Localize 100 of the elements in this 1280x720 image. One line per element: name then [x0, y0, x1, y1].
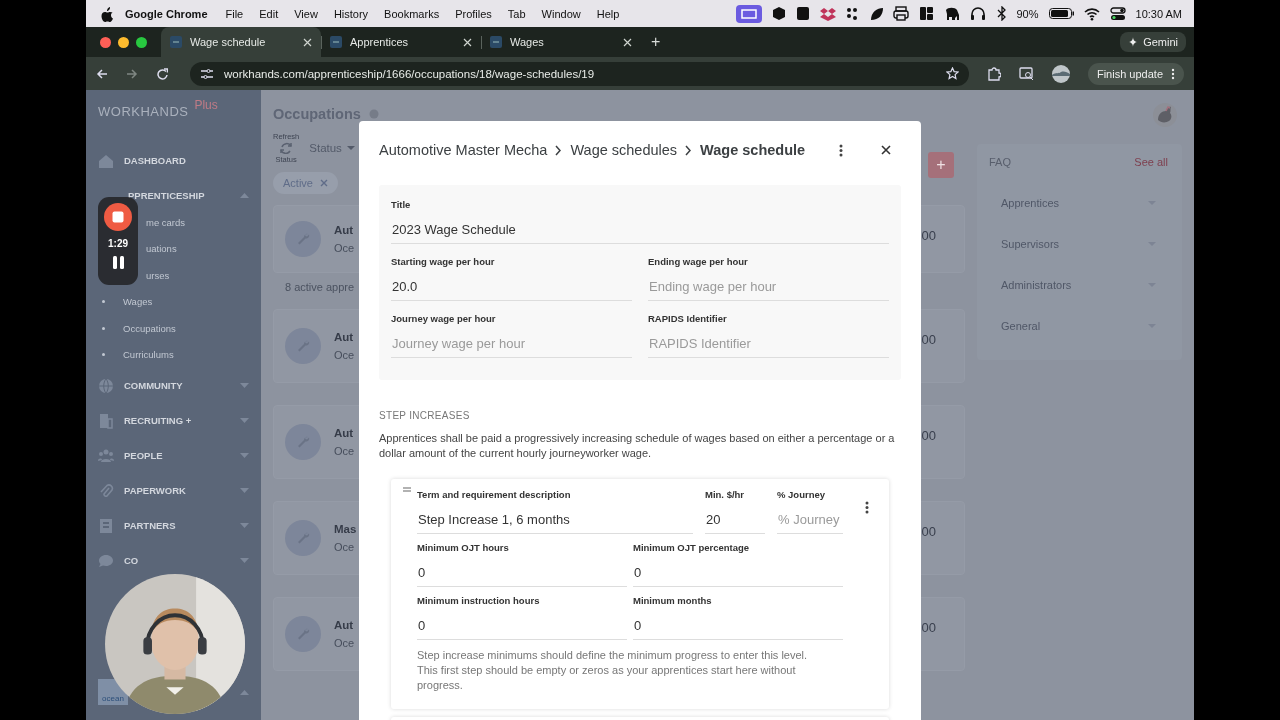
- sidebar-item[interactable]: CO: [124, 555, 139, 566]
- star-icon[interactable]: [945, 67, 959, 80]
- menu-item[interactable]: Profiles: [447, 7, 500, 20]
- puzzle-icon[interactable]: [986, 66, 1001, 81]
- favicon-icon: [490, 36, 502, 48]
- faq-title: FAQ: [989, 156, 1011, 168]
- occupation-subtitle: Oce: [334, 445, 355, 457]
- wifi-icon[interactable]: [1083, 6, 1100, 21]
- text-field[interactable]: % Journey: [777, 506, 843, 534]
- sidebar-item[interactable]: COMMUNITY: [124, 380, 183, 391]
- sidebar-item[interactable]: PARTNERS: [124, 520, 176, 531]
- text-field[interactable]: 0: [417, 612, 627, 640]
- field-label: Min. $/hr: [705, 489, 746, 500]
- sidebar-item[interactable]: RECRUITING +: [124, 415, 192, 426]
- sidebar-subitem[interactable]: me cards: [146, 216, 186, 228]
- app-menu[interactable]: Google Chrome: [113, 7, 218, 20]
- bluetooth-icon[interactable]: [996, 6, 1007, 21]
- clock: 10:30 AM: [1135, 7, 1182, 20]
- text-field[interactable]: 20.0: [391, 273, 632, 301]
- breadcrumb-link[interactable]: Automotive Master Mecha: [379, 142, 548, 158]
- new-tab-button[interactable]: +: [651, 33, 661, 51]
- field-label: Term and requirement description: [417, 489, 572, 500]
- menu-item[interactable]: Tab: [499, 7, 534, 20]
- control-center-icon[interactable]: [1109, 6, 1126, 21]
- text-field[interactable]: Journey wage per hour: [391, 330, 632, 358]
- sidebar-item[interactable]: PPRENTICESHIP: [128, 190, 205, 201]
- occupation-title: Aut: [334, 619, 355, 631]
- menu-item[interactable]: Bookmarks: [376, 7, 448, 20]
- screen-share-icon[interactable]: [736, 4, 763, 23]
- battery-icon: [1048, 8, 1074, 19]
- brand-name: WORKHANDS: [98, 104, 189, 119]
- paperclip-icon: [98, 482, 114, 499]
- bullet-icon: [102, 300, 105, 304]
- text-field[interactable]: 2023 Wage Schedule: [391, 216, 889, 244]
- text-field[interactable]: Ending wage per hour: [648, 273, 889, 301]
- address-bar[interactable]: workhands.com/apprenticeship/1666/occupations/18/wage-schedules/19: [190, 61, 969, 86]
- favicon-icon: [330, 36, 342, 48]
- field-label: Starting wage per hour: [391, 256, 496, 267]
- drag-handle-icon[interactable]: [403, 487, 411, 492]
- close-icon[interactable]: [881, 145, 891, 155]
- sidebar-subitem[interactable]: uations: [146, 243, 177, 255]
- window-control-icon[interactable]: [136, 36, 147, 48]
- text-field[interactable]: RAPIDS Identifier: [648, 330, 889, 358]
- sidebar-item[interactable]: PEOPLE: [124, 450, 163, 461]
- window-control-icon[interactable]: [118, 36, 129, 48]
- sidebar-subitem[interactable]: Wages: [123, 296, 153, 308]
- headphones-icon[interactable]: [970, 6, 987, 21]
- kebab-icon[interactable]: [865, 501, 869, 514]
- text-field[interactable]: 0: [417, 559, 627, 587]
- menu-item[interactable]: File: [217, 7, 252, 20]
- wage-amount: 00: [921, 332, 936, 347]
- text-field[interactable]: Step Increase 1, 6 months: [417, 506, 693, 534]
- finish-update-button[interactable]: Finish update: [1087, 62, 1184, 85]
- text-field[interactable]: 0: [633, 559, 843, 587]
- back-icon[interactable]: [96, 67, 108, 80]
- globe-icon: [98, 377, 114, 394]
- text-field[interactable]: 0: [633, 612, 843, 640]
- tab-search-icon[interactable]: [1018, 66, 1034, 81]
- gemini-button[interactable]: Gemini: [1120, 32, 1186, 52]
- people-icon: [98, 447, 114, 464]
- browser-tab[interactable]: Wages: [481, 27, 641, 57]
- sidebar-item[interactable]: DASHBOARD: [124, 155, 186, 166]
- description-text: Apprentices shall be paid a progressively increasing schedule of wages based on either a percentage or a dollar amount of the current hourly journeyworker wage.: [379, 431, 896, 461]
- forward-icon[interactable]: [126, 67, 138, 80]
- field-label: Minimum OJT hours: [417, 542, 510, 553]
- window-control-icon[interactable]: [100, 36, 111, 48]
- building-icon: [98, 412, 114, 429]
- favicon-icon: [170, 36, 182, 48]
- field-label: RAPIDS Identifier: [648, 313, 728, 324]
- breadcrumb-link[interactable]: Wage schedules: [570, 142, 678, 158]
- tune-icon: [200, 66, 214, 81]
- printer-icon[interactable]: [893, 6, 910, 21]
- menu-item[interactable]: History: [325, 7, 377, 20]
- sidebar-subitem[interactable]: Curriculums: [123, 349, 174, 361]
- menu-item[interactable]: View: [286, 7, 326, 20]
- dropbox-icon[interactable]: [820, 6, 837, 21]
- reload-icon[interactable]: [156, 67, 168, 80]
- leaf-icon[interactable]: [869, 6, 884, 21]
- field-label: Minimum months: [633, 595, 713, 606]
- menu-item[interactable]: Help: [588, 7, 628, 20]
- panels-icon[interactable]: [919, 6, 935, 21]
- field-label: % Journey: [777, 489, 827, 500]
- sidebar-item[interactable]: PAPERWORK: [124, 485, 186, 496]
- browser-tab[interactable]: Apprentices: [321, 27, 481, 57]
- menu-item[interactable]: Edit: [251, 7, 287, 20]
- browser-tab[interactable]: Wage schedule: [161, 27, 321, 57]
- menu-item[interactable]: Window: [533, 7, 589, 20]
- stop-button-icon[interactable]: [104, 203, 132, 231]
- occupation-subtitle: Oce: [334, 349, 355, 361]
- sidebar-subitem[interactable]: Occupations: [123, 322, 176, 334]
- occupation-title: Mas: [334, 523, 357, 535]
- grid-dots-icon[interactable]: [846, 6, 860, 21]
- text-field[interactable]: 20: [705, 506, 765, 534]
- sidebar-subitem[interactable]: urses: [146, 269, 170, 281]
- pause-icon[interactable]: [112, 256, 124, 269]
- cube-icon[interactable]: [772, 6, 787, 21]
- avatar-icon[interactable]: [1051, 64, 1070, 83]
- kebab-icon[interactable]: [839, 143, 843, 157]
- field-label: Journey wage per hour: [391, 313, 497, 324]
- apple-icon: [100, 5, 113, 22]
